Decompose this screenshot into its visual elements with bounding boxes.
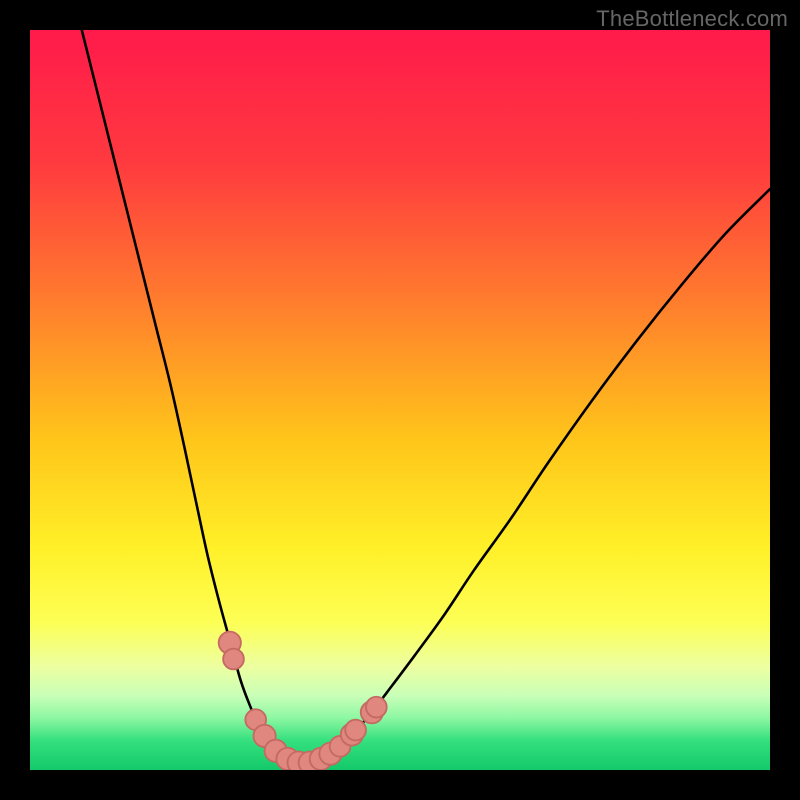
data-point: [223, 649, 244, 670]
plot-area: [30, 30, 770, 770]
curve-layer: [30, 30, 770, 770]
data-point: [366, 697, 387, 718]
data-point: [345, 720, 366, 741]
watermark-text: TheBottleneck.com: [596, 6, 788, 32]
bottleneck-curve: [82, 30, 770, 763]
chart-frame: TheBottleneck.com: [0, 0, 800, 800]
data-point-markers: [219, 632, 387, 770]
